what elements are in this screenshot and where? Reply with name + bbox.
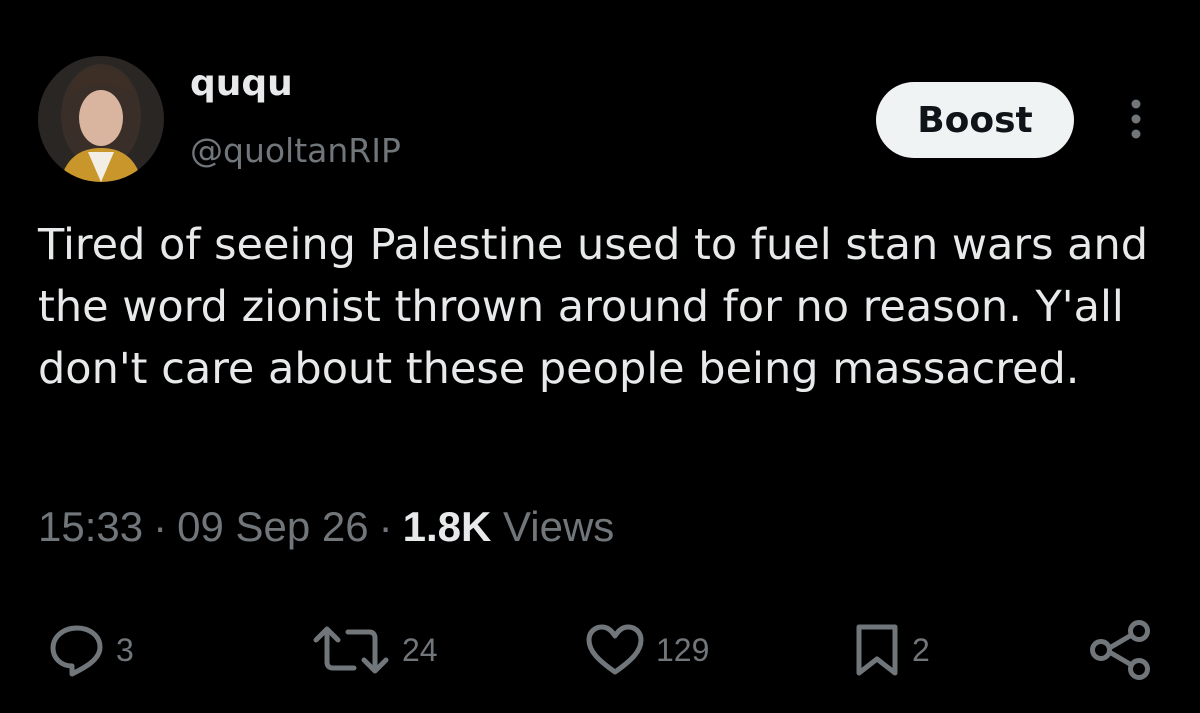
- action-bar: 3 24 129 2: [0, 610, 1200, 690]
- reply-icon: [50, 625, 103, 677]
- reply-count: 3: [116, 631, 134, 668]
- more-options-icon[interactable]: [1122, 98, 1150, 140]
- boost-button[interactable]: Boost: [876, 82, 1074, 158]
- share-button[interactable]: [1088, 610, 1154, 690]
- repost-button[interactable]: 24: [310, 610, 438, 690]
- like-button[interactable]: 129: [584, 610, 709, 690]
- share-icon: [1090, 620, 1150, 680]
- reply-button[interactable]: 3: [48, 610, 134, 690]
- views-label: Views: [503, 503, 615, 550]
- meta-separator: ·: [378, 503, 393, 550]
- views-count: 1.8K: [402, 503, 492, 550]
- meta-separator: ·: [153, 503, 168, 550]
- bookmark-icon: [856, 624, 898, 676]
- tweet-text: Tired of seeing Palestine used to fuel s…: [38, 220, 1149, 394]
- repost-icon: [313, 626, 389, 674]
- like-count: 129: [656, 631, 710, 668]
- repost-count: 24: [402, 631, 438, 668]
- avatar[interactable]: [38, 56, 164, 182]
- avatar-image: [38, 56, 164, 182]
- tweet-time[interactable]: 15:33: [38, 503, 143, 550]
- display-name[interactable]: ququ: [190, 66, 293, 102]
- bookmark-count: 2: [912, 631, 930, 668]
- tweet-meta: 15:33 · 09 Sep 26 · 1.8K Views: [38, 506, 614, 548]
- heart-icon: [586, 624, 644, 675]
- user-handle[interactable]: @quoltanRIP: [190, 134, 401, 167]
- tweet-date[interactable]: 09 Sep 26: [177, 503, 369, 550]
- bookmark-button[interactable]: 2: [852, 610, 930, 690]
